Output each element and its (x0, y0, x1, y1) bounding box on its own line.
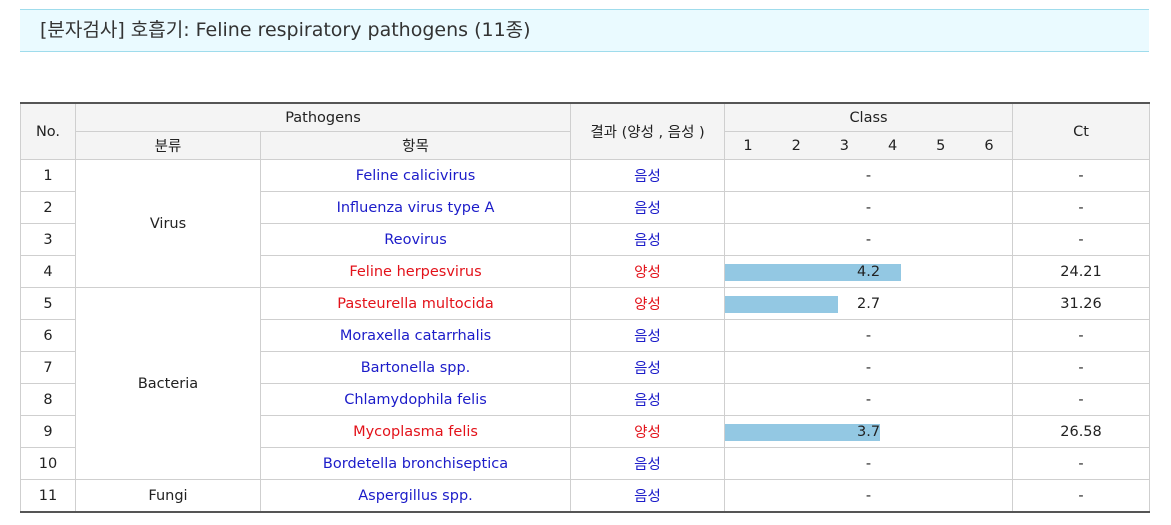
class-value: - (865, 391, 872, 408)
result-cell: 양성 (570, 415, 726, 448)
class-cell: 4.2 (724, 255, 1014, 288)
result-cell: 음성 (570, 223, 726, 256)
category-cell: Virus (75, 159, 261, 288)
row-number: 4 (20, 255, 76, 288)
pathogen-item: Bartonella spp. (259, 351, 572, 384)
ct-cell: - (1012, 383, 1151, 416)
category-cell: Fungi (75, 479, 261, 513)
result-cell: 음성 (570, 479, 726, 513)
ct-cell: 26.58 (1012, 415, 1151, 448)
header-class-label: Class (849, 109, 888, 126)
table-body: 1 Virus Feline calicivirus 음성 - -2 Influenza v… (20, 159, 1151, 513)
header-no: No. (20, 102, 76, 160)
class-value: - (865, 455, 872, 472)
section-title: [분자검사] 호흡기: Feline respiratory pathogens… (40, 19, 531, 41)
pathogen-item: Reovirus (259, 223, 572, 256)
class-value: 2.7 (856, 295, 881, 312)
row-number: 3 (20, 223, 76, 256)
result-cell: 양성 (570, 287, 726, 320)
ct-cell: - (1012, 159, 1151, 192)
category-cell: Bacteria (75, 287, 261, 480)
result-cell: 양성 (570, 255, 726, 288)
section-title-box: [분자검사] 호흡기: Feline respiratory pathogens… (20, 9, 1149, 52)
result-cell: 음성 (570, 191, 726, 224)
row-number: 7 (20, 351, 76, 384)
result-cell: 음성 (570, 383, 726, 416)
class-cell: - (724, 159, 1014, 192)
result-cell: 음성 (570, 319, 726, 352)
pathogen-item: Moraxella catarrhalis (259, 319, 572, 352)
pathogen-item: Feline herpesvirus (259, 255, 572, 288)
class-value: - (865, 167, 872, 184)
header-class: Class (724, 102, 1014, 132)
class-cell: - (724, 383, 1014, 416)
header-item: 항목 (259, 131, 572, 160)
class-tick: 3 (839, 137, 849, 154)
class-tick: 6 (984, 137, 994, 154)
pathogen-item: Influenza virus type A (259, 191, 572, 224)
header-ct: Ct (1012, 102, 1151, 160)
class-cell: 3.7 (724, 415, 1014, 448)
class-tick: 4 (887, 137, 898, 154)
table-row: 11 Fungi Aspergillus spp. 음성 - - (20, 479, 1151, 513)
results-table: No. Pathogens 결과 (양성 , 음성 ) Class Ct 분류 … (20, 102, 1151, 513)
class-cell: - (724, 191, 1014, 224)
row-number: 5 (20, 287, 76, 320)
class-value: 3.7 (856, 423, 881, 440)
row-number: 6 (20, 319, 76, 352)
class-value: - (865, 327, 872, 344)
pathogen-item: Pasteurella multocida (259, 287, 572, 320)
row-number: 8 (20, 383, 76, 416)
class-value: - (865, 359, 872, 376)
pathogen-item: Bordetella bronchiseptica (259, 447, 572, 480)
header-pathogens: Pathogens (74, 102, 572, 132)
ct-cell: - (1012, 447, 1151, 480)
result-cell: 음성 (570, 447, 726, 480)
pathogen-item: Feline calicivirus (259, 159, 572, 192)
class-cell: - (724, 319, 1014, 352)
row-number: 11 (20, 479, 76, 513)
class-cell: - (724, 447, 1014, 480)
ct-cell: - (1012, 319, 1151, 352)
row-number: 9 (20, 415, 76, 448)
table-row: 5 Bacteria Pasteurella multocida 양성 2.7 31.26 (20, 287, 1151, 480)
table-row: 1 Virus Feline calicivirus 음성 - - (20, 159, 1151, 288)
class-tick: 1 (743, 137, 753, 154)
class-cell: - (724, 351, 1014, 384)
pathogen-item: Mycoplasma felis (259, 415, 572, 448)
pathogen-item: Chlamydophila felis (259, 383, 572, 416)
class-cell: 2.7 (724, 287, 1014, 320)
ct-cell: - (1012, 223, 1151, 256)
ct-cell: 31.26 (1012, 287, 1151, 320)
table-header: No. Pathogens 결과 (양성 , 음성 ) Class Ct 분류 … (20, 102, 1151, 160)
class-tick: 5 (936, 137, 946, 154)
class-value: - (865, 199, 872, 216)
row-number: 1 (20, 159, 76, 192)
class-tick-row: 1 2 3 4 5 6 (725, 138, 1012, 154)
class-value: - (865, 231, 872, 248)
result-cell: 음성 (570, 351, 726, 384)
class-cell: - (724, 223, 1014, 256)
row-number: 10 (20, 447, 76, 480)
class-value: 4.2 (856, 263, 881, 280)
ct-cell: - (1012, 479, 1151, 513)
header-class-ticks: 1 2 3 4 5 6 (724, 131, 1014, 160)
class-cell: - (724, 479, 1014, 513)
class-value: - (865, 487, 872, 504)
class-tick: 2 (791, 137, 801, 154)
header-result: 결과 (양성 , 음성 ) (570, 102, 726, 160)
ct-cell: - (1012, 191, 1151, 224)
pathogen-item: Aspergillus spp. (259, 479, 572, 513)
ct-cell: 24.21 (1012, 255, 1151, 288)
result-cell: 음성 (570, 159, 726, 192)
row-number: 2 (20, 191, 76, 224)
header-category: 분류 (75, 131, 261, 160)
ct-cell: - (1012, 351, 1151, 384)
